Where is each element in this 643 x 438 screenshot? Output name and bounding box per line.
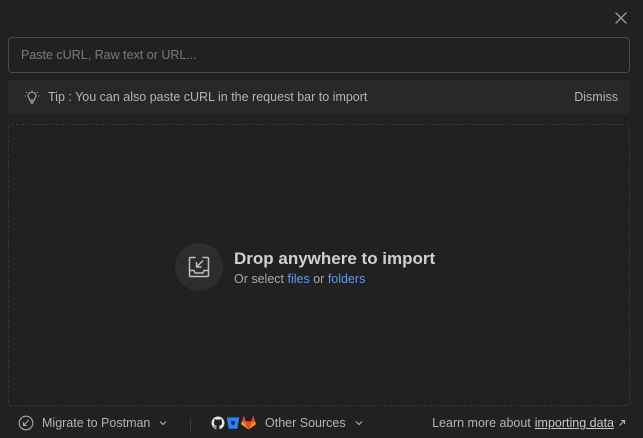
import-url-input[interactable] bbox=[9, 38, 629, 72]
select-folders-link[interactable]: folders bbox=[328, 272, 366, 286]
learn-more-prefix: Learn more about bbox=[432, 416, 531, 430]
migrate-to-postman-dropdown[interactable]: Migrate to Postman bbox=[18, 415, 168, 431]
drop-text: Drop anywhere to import Or select files … bbox=[234, 248, 435, 286]
chevron-down-icon bbox=[158, 418, 168, 428]
drop-sub-or: or bbox=[313, 272, 325, 286]
importing-data-link[interactable]: importing data bbox=[535, 416, 614, 430]
drop-zone[interactable]: Drop anywhere to import Or select files … bbox=[8, 124, 630, 406]
tip-banner: Tip : You can also paste cURL in the req… bbox=[8, 80, 630, 114]
external-arrow-icon bbox=[618, 419, 626, 427]
dismiss-button[interactable]: Dismiss bbox=[574, 90, 618, 104]
bitbucket-icon bbox=[226, 417, 240, 429]
import-footer: Migrate to Postman Other Sources Learn m… bbox=[0, 410, 643, 438]
source-icons bbox=[211, 416, 256, 430]
drop-prompt: Drop anywhere to import Or select files … bbox=[175, 243, 435, 291]
chevron-down-icon bbox=[354, 418, 364, 428]
select-files-link[interactable]: files bbox=[288, 272, 310, 286]
gitlab-icon bbox=[241, 416, 256, 430]
drop-title: Drop anywhere to import bbox=[234, 249, 436, 268]
import-modal: Tip : You can also paste cURL in the req… bbox=[0, 0, 643, 438]
migrate-label: Migrate to Postman bbox=[42, 416, 151, 430]
learn-more: Learn more about importing data bbox=[432, 416, 626, 430]
footer-divider bbox=[190, 418, 191, 432]
tip-text: Tip : You can also paste cURL in the req… bbox=[48, 90, 368, 104]
close-button[interactable] bbox=[612, 9, 630, 27]
import-input-container bbox=[8, 37, 630, 73]
github-icon bbox=[211, 416, 225, 430]
drop-sub-prefix: Or select bbox=[234, 272, 285, 286]
migrate-icon bbox=[18, 415, 34, 431]
import-tray-icon bbox=[188, 256, 210, 278]
other-sources-label: Other Sources bbox=[265, 416, 346, 430]
drop-subtitle: Or select files or folders bbox=[234, 272, 435, 286]
other-sources-dropdown[interactable]: Other Sources bbox=[211, 416, 364, 430]
lightbulb-icon bbox=[24, 89, 40, 105]
close-icon bbox=[615, 12, 627, 24]
drop-icon-container bbox=[175, 243, 223, 291]
